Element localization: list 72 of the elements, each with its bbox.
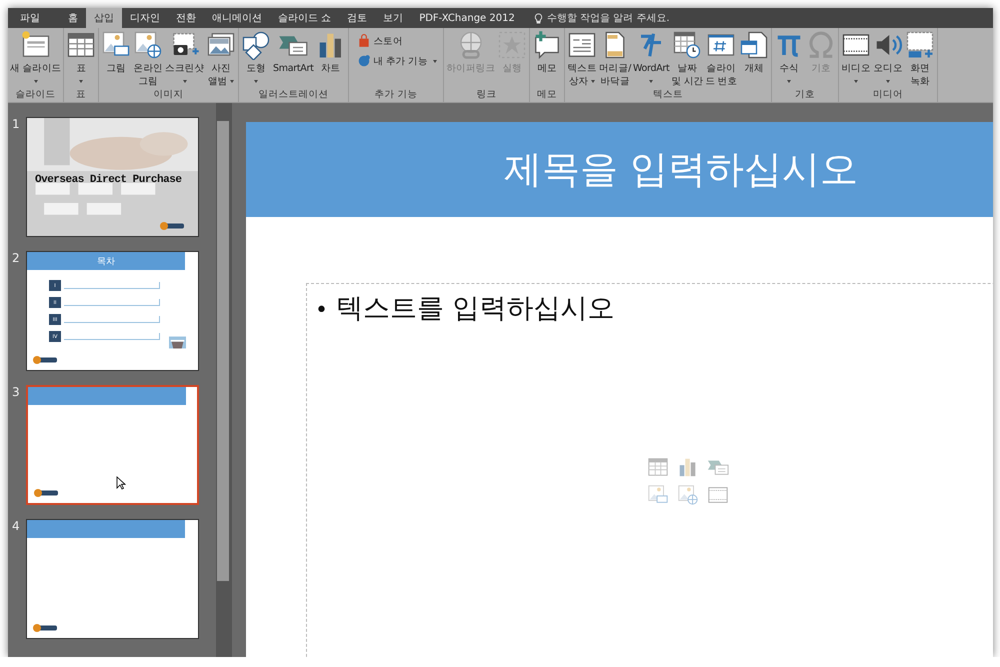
ribbon-button[interactable]: 그림 — [100, 30, 132, 75]
group-label: 링크 — [476, 88, 498, 102]
bullet-mark: • — [315, 298, 328, 323]
ribbon-button[interactable]: 비디오 — [840, 30, 872, 83]
group-label: 표 — [75, 88, 88, 102]
logo-icon — [33, 624, 57, 632]
group-label: 기호 — [794, 88, 816, 102]
slide-number: 4 — [12, 519, 20, 533]
window-page-icon — [739, 30, 770, 60]
logo-icon — [34, 489, 58, 497]
ribbon-button[interactable]: 온라인 그림 — [132, 30, 164, 88]
table-icon — [66, 30, 96, 60]
slide-thumbnail[interactable]: Overseas Direct Purchase — [26, 117, 199, 237]
ribbon-button[interactable]: 오디오 — [872, 30, 904, 83]
screen-record-icon — [905, 30, 936, 60]
ribbon-tab[interactable]: 보기 — [375, 8, 412, 28]
ribbon-button[interactable]: 날짜 및 시간 — [670, 30, 704, 88]
group-label: 텍스트 — [652, 88, 684, 102]
table-icon — [647, 456, 669, 478]
group-label: 슬라이드 — [14, 88, 57, 102]
slide-number: 3 — [12, 385, 20, 399]
ribbon-button[interactable]: SmartArt — [272, 30, 315, 75]
ribbon-button[interactable]: 내 추가 기능 — [356, 54, 438, 68]
ribbon-tab[interactable]: 애니메이션 — [204, 8, 270, 28]
ribbon-button[interactable]: 개체 — [738, 30, 770, 75]
ribbon-button[interactable]: 스토어 — [356, 34, 438, 48]
group-label: 메모 — [536, 88, 558, 102]
logo-icon — [160, 222, 184, 230]
ribbon-tab[interactable]: 전환 — [168, 8, 204, 28]
slide-number: 1 — [12, 117, 20, 131]
ribbon-button[interactable]: 머리글/ 바닥글 — [598, 30, 632, 88]
lightbulb-icon — [532, 12, 544, 24]
ribbon-button[interactable]: 텍스트 상자 — [566, 30, 598, 88]
shopping-bag-icon — [356, 34, 371, 48]
group-label: 미디어 — [872, 88, 904, 102]
ribbon-tab[interactable]: 홈 — [60, 8, 86, 28]
ribbon-button[interactable]: 새 슬라이드 — [9, 30, 62, 83]
slide-thumbnail[interactable] — [26, 519, 199, 639]
ribbon-tab[interactable]: 디자인 — [122, 8, 168, 28]
ribbon-button[interactable]: WordArt — [632, 30, 670, 83]
content-placeholder[interactable]: • 텍스트를 입력하십시오 — [306, 283, 993, 657]
picture-globe-icon — [677, 484, 699, 506]
ribbon-button[interactable]: 사진 앨범 — [205, 30, 238, 88]
ribbon-button[interactable]: 차트 — [314, 30, 347, 75]
picture-icon — [647, 484, 669, 506]
ribbon-tab[interactable]: 삽입 — [86, 8, 122, 28]
ribbon-tab[interactable]: 검토 — [339, 8, 376, 28]
ribbon-button[interactable]: 수식 — [773, 30, 806, 83]
group-label: 추가 기능 — [373, 88, 418, 102]
slide-title: Overseas Direct Purchase — [35, 174, 182, 186]
search-field[interactable]: 수행할 작업을 알려 주세요. — [546, 12, 707, 24]
text-box-icon — [566, 30, 597, 60]
ribbon-button[interactable]: 표 — [65, 30, 98, 83]
ribbon-tab[interactable]: 파일 — [12, 8, 48, 28]
ribbon-button[interactable]: 슬라이 드 번호 — [704, 30, 738, 88]
group-label: 이미지 — [152, 88, 185, 102]
slide-title: 목차 — [97, 256, 115, 268]
slide-thumbnail[interactable] — [26, 385, 199, 505]
scrollbar[interactable] — [216, 103, 230, 657]
bullet-text: 텍스트를 입력하십시오 — [336, 292, 615, 326]
ribbon-tab[interactable]: PDF-XChange 2012 — [411, 8, 523, 28]
film-icon — [707, 484, 729, 506]
logo-icon — [33, 356, 57, 364]
ribbon-button[interactable]: 화면 녹화 — [904, 30, 936, 88]
ribbon-button[interactable]: 메모 — [530, 30, 563, 75]
ribbon-button[interactable]: 도형 — [240, 30, 272, 83]
shapes-icon — [241, 30, 272, 60]
ribbon-button[interactable]: 스크린샷 — [164, 30, 206, 83]
cursor-icon — [116, 476, 126, 490]
group-label: 일러스트레이션 — [257, 88, 330, 102]
slide-number: 2 — [12, 251, 20, 265]
ribbon-tab[interactable]: 슬라이드 쇼 — [270, 8, 340, 28]
